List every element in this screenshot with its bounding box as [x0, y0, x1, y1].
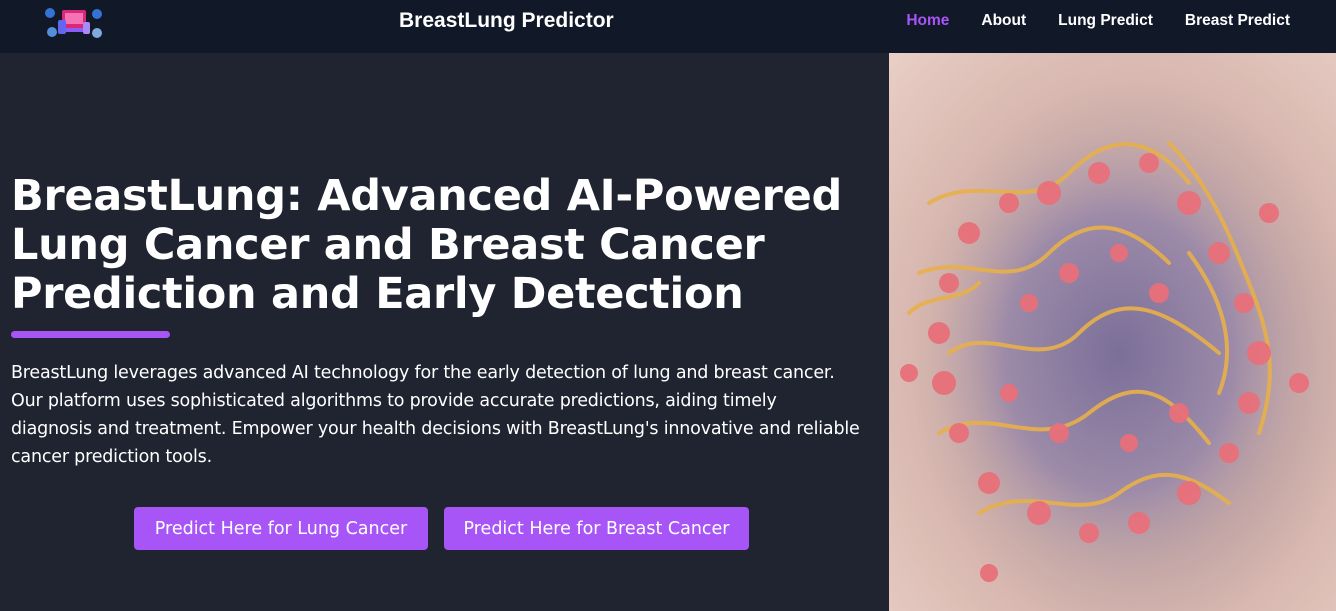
cancer-cell-illustration: [889, 53, 1336, 611]
nav-link-home[interactable]: Home: [906, 12, 949, 30]
predict-breast-cancer-button[interactable]: Predict Here for Breast Cancer: [444, 507, 749, 550]
nav-link-lung-predict[interactable]: Lung Predict: [1058, 12, 1153, 30]
title-underline: [11, 331, 170, 338]
nav-link-breast-predict[interactable]: Breast Predict: [1185, 12, 1290, 30]
hero-description: BreastLung leverages advanced AI technol…: [11, 363, 860, 467]
nav-link-about[interactable]: About: [981, 12, 1026, 30]
hero-section: BreastLung: Advanced AI-Powered Lung Can…: [11, 172, 871, 471]
site-brand-title: BreastLung Predictor: [399, 9, 614, 32]
navbar: BreastLung Predictor Home About Lung Pre…: [0, 0, 1336, 53]
hero-title: BreastLung: Advanced AI-Powered Lung Can…: [11, 171, 842, 319]
predict-lung-cancer-button[interactable]: Predict Here for Lung Cancer: [134, 507, 428, 550]
nav-links: Home About Lung Predict Breast Predict: [906, 12, 1290, 30]
health-devices-logo-icon[interactable]: [42, 6, 106, 40]
